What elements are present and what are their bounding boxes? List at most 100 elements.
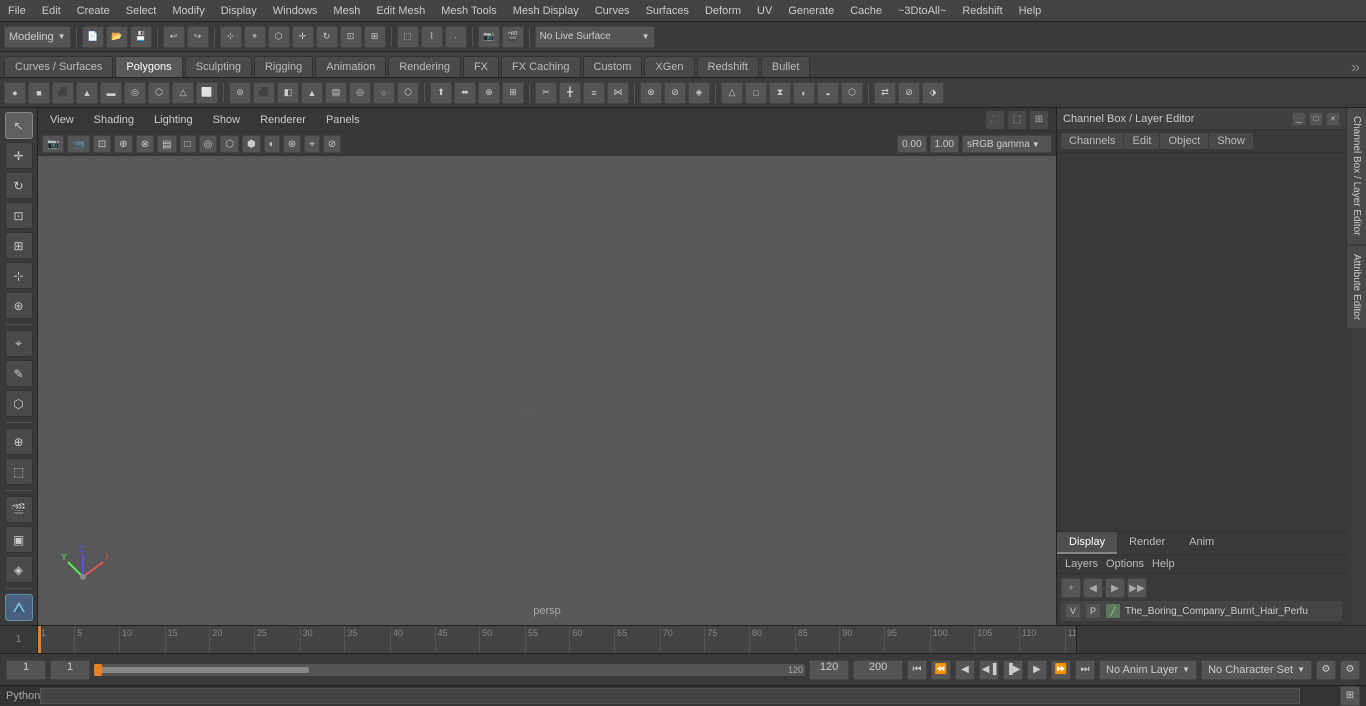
menu-file[interactable]: File (0, 3, 34, 19)
vp-menu-renderer[interactable]: Renderer (256, 112, 310, 128)
viewport[interactable]: Burnt Hair View Shading Lighting Show Re… (38, 108, 1056, 625)
play-back-btn[interactable]: ◀▐ (979, 660, 999, 680)
layer-back-btn[interactable]: ◀ (1083, 578, 1103, 598)
vp2-btn6[interactable]: ▤ (157, 135, 176, 153)
menu-mesh-tools[interactable]: Mesh Tools (433, 3, 504, 19)
poly-cube-btn[interactable]: ⬛ (253, 82, 275, 104)
menu-edit-mesh[interactable]: Edit Mesh (368, 3, 433, 19)
universal-manip-btn[interactable]: ⊞ (364, 26, 386, 48)
anim-layer-dropdown[interactable]: No Anim Layer ▼ (1099, 660, 1197, 680)
menu-help[interactable]: Help (1011, 3, 1050, 19)
paint-tool-btn[interactable]: ⬡ (268, 26, 290, 48)
paint-weight-btn[interactable]: ⊘ (898, 82, 920, 104)
snap-grid-btn[interactable]: ⬚ (397, 26, 419, 48)
poly-prism-btn[interactable]: ⬡ (397, 82, 419, 104)
vp-camera-icon[interactable]: 🎥 (986, 111, 1004, 129)
tab-custom[interactable]: Custom (583, 56, 643, 77)
smooth-btn[interactable]: ◐ (793, 82, 815, 104)
display-opt-help[interactable]: Help (1152, 558, 1175, 570)
select-tool[interactable]: ↖ (5, 112, 33, 139)
menu-3dtool[interactable]: ~3DtoAll~ (890, 3, 954, 19)
vp2-btn7[interactable]: □ (180, 135, 196, 153)
char-set-dropdown[interactable]: No Character Set ▼ (1201, 660, 1312, 680)
menu-redshift[interactable]: Redshift (954, 3, 1010, 19)
menu-generate[interactable]: Generate (780, 3, 842, 19)
snap-curve-btn[interactable]: ⌇ (421, 26, 443, 48)
menu-create[interactable]: Create (69, 3, 118, 19)
fill-hole-btn[interactable]: ◈ (688, 82, 710, 104)
reduce-btn[interactable]: ◒ (817, 82, 839, 104)
torus-btn[interactable]: ◎ (124, 82, 146, 104)
menu-mesh[interactable]: Mesh (325, 3, 368, 19)
vp-menu-show[interactable]: Show (209, 112, 245, 128)
prev-frame-btn[interactable]: ◀ (955, 660, 975, 680)
tab-channels[interactable]: Channels (1061, 133, 1123, 149)
tabs-overflow-btn[interactable]: » (1345, 59, 1366, 77)
tab-rigging[interactable]: Rigging (254, 56, 313, 77)
menu-select[interactable]: Select (118, 3, 165, 19)
transfer-attr-btn[interactable]: ⇄ (874, 82, 896, 104)
vp2-colorspace-btn[interactable]: sRGB gamma ▼ (962, 135, 1052, 153)
extrude-btn[interactable]: ⬆ (430, 82, 452, 104)
vp2-cam-btn[interactable]: 📷 (42, 135, 64, 153)
tab-fx-caching[interactable]: FX Caching (501, 56, 580, 77)
vp-menu-view[interactable]: View (46, 112, 78, 128)
vp2-btn13[interactable]: ⌖ (304, 135, 320, 153)
bb-options-btn[interactable]: ⚙ (1340, 660, 1360, 680)
tab-bullet[interactable]: Bullet (761, 56, 811, 77)
menu-surfaces[interactable]: Surfaces (638, 3, 697, 19)
select-tool-btn[interactable]: ⊹ (220, 26, 242, 48)
tab-rendering[interactable]: Rendering (388, 56, 461, 77)
layer-playback-btn[interactable]: P (1085, 603, 1101, 619)
move-tool-btn[interactable]: ✛ (292, 26, 314, 48)
prev-key-btn[interactable]: ⏪ (931, 660, 951, 680)
menu-uv[interactable]: UV (749, 3, 780, 19)
layer-visibility-btn[interactable]: V (1065, 603, 1081, 619)
scale-tool[interactable]: ⊡ (5, 202, 33, 229)
snap-to-poly-tool[interactable]: ⊕ (5, 428, 33, 455)
menu-display[interactable]: Display (213, 3, 265, 19)
layer-fwd-btn[interactable]: ▶ (1105, 578, 1125, 598)
render-icon[interactable]: 🎬 (5, 496, 33, 523)
wrap-btn[interactable]: ⬗ (922, 82, 944, 104)
status-script-btn[interactable]: ⊞ (1340, 686, 1360, 706)
poly-torus-btn[interactable]: ◎ (349, 82, 371, 104)
vp2-btn14[interactable]: ⊘ (323, 135, 341, 153)
snap-point-btn[interactable]: · (445, 26, 467, 48)
rotate-tool-btn[interactable]: ↻ (316, 26, 338, 48)
next-key-btn[interactable]: ⏩ (1051, 660, 1071, 680)
vp2-btn8[interactable]: ◎ (199, 135, 218, 153)
menu-modify[interactable]: Modify (164, 3, 212, 19)
tab-polygons[interactable]: Polygons (115, 56, 182, 77)
range-max-field[interactable]: 200 (853, 660, 903, 680)
cylinder-btn[interactable]: ⬛ (52, 82, 74, 104)
display-opt-layers[interactable]: Layers (1065, 558, 1098, 570)
prism-btn[interactable]: ⬡ (148, 82, 170, 104)
vp2-btn11[interactable]: ◐ (264, 135, 280, 153)
quad-btn[interactable]: □ (745, 82, 767, 104)
vp2-btn12[interactable]: ⊛ (283, 135, 301, 153)
poly-sphere-btn[interactable]: ⊚ (229, 82, 251, 104)
go-start-btn[interactable]: ⏮ (907, 660, 927, 680)
vp2-cam3-btn[interactable]: ⊡ (93, 135, 111, 153)
rotate-tool[interactable]: ↻ (5, 172, 33, 199)
undo-btn[interactable]: ↩ (163, 26, 185, 48)
open-file-btn[interactable]: 📂 (106, 26, 128, 48)
booleans-btn[interactable]: ⊞ (502, 82, 524, 104)
menu-curves[interactable]: Curves (587, 3, 638, 19)
universal-tool[interactable]: ⊞ (5, 232, 33, 259)
plane-btn[interactable]: ▬ (100, 82, 122, 104)
playback-current-thumb[interactable] (94, 664, 102, 676)
create-poly-tool[interactable]: ⬚ (5, 458, 33, 485)
redo-btn[interactable]: ↪ (187, 26, 209, 48)
play-fwd-btn[interactable]: ▐▶ (1003, 660, 1023, 680)
workspace-dropdown[interactable]: Modeling ▼ (4, 26, 71, 48)
show-manip-tool[interactable]: ⊛ (5, 292, 33, 319)
tab-fx[interactable]: FX (463, 56, 499, 77)
menu-cache[interactable]: Cache (842, 3, 890, 19)
lasso-tool-btn[interactable]: ⌖ (244, 26, 266, 48)
display-opt-options[interactable]: Options (1106, 558, 1144, 570)
cube-btn[interactable]: ■ (28, 82, 50, 104)
lasso-select-tool[interactable]: ⌖ (5, 330, 33, 357)
frame-start-field[interactable]: 1 (6, 660, 46, 680)
